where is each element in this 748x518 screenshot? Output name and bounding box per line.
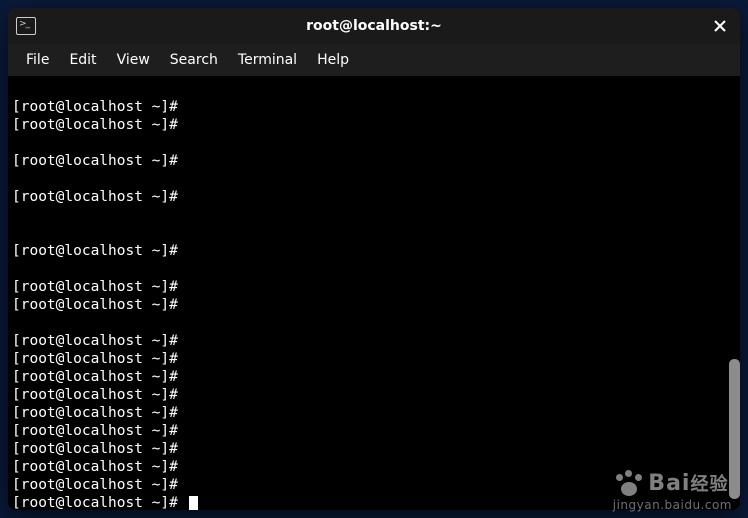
menubar: File Edit View Search Terminal Help bbox=[8, 44, 740, 76]
terminal-line: [root@localhost ~]# bbox=[12, 116, 736, 134]
scrollbar-thumb[interactable] bbox=[729, 359, 740, 499]
terminal-line: [root@localhost ~]# bbox=[12, 350, 736, 368]
terminal-line: [root@localhost ~]# bbox=[12, 440, 736, 458]
terminal-line bbox=[12, 134, 736, 152]
menu-file[interactable]: File bbox=[16, 48, 59, 72]
terminal-line: [root@localhost ~]# bbox=[12, 98, 736, 116]
terminal-line bbox=[12, 224, 736, 242]
menu-search[interactable]: Search bbox=[160, 48, 228, 72]
menu-terminal[interactable]: Terminal bbox=[228, 48, 307, 72]
terminal-line: [root@localhost ~]# bbox=[12, 152, 736, 170]
terminal-line: [root@localhost ~]# bbox=[12, 458, 736, 476]
terminal-body[interactable]: [root@localhost ~]# [root@localhost ~]# … bbox=[8, 76, 740, 510]
terminal-line: [root@localhost ~]# bbox=[12, 386, 736, 404]
terminal-line: [root@localhost ~]# bbox=[12, 296, 736, 314]
terminal-line: [root@localhost ~]# bbox=[12, 404, 736, 422]
terminal-line bbox=[12, 260, 736, 278]
close-button[interactable] bbox=[708, 14, 732, 38]
terminal-line bbox=[12, 206, 736, 224]
titlebar[interactable]: root@localhost:~ bbox=[8, 8, 740, 44]
terminal-line: [root@localhost ~]# bbox=[12, 278, 736, 296]
terminal-line: [root@localhost ~]# bbox=[12, 476, 736, 494]
terminal-line: [root@localhost ~]# bbox=[12, 494, 736, 510]
terminal-line bbox=[12, 80, 736, 98]
terminal-icon bbox=[16, 17, 36, 35]
terminal-window: root@localhost:~ File Edit View Search T… bbox=[8, 8, 740, 510]
menu-edit[interactable]: Edit bbox=[59, 48, 106, 72]
cursor bbox=[189, 496, 198, 510]
terminal-line: [root@localhost ~]# bbox=[12, 422, 736, 440]
terminal-line bbox=[12, 314, 736, 332]
terminal-line: [root@localhost ~]# bbox=[12, 242, 736, 260]
terminal-line: [root@localhost ~]# bbox=[12, 188, 736, 206]
terminal-line bbox=[12, 170, 736, 188]
terminal-line: [root@localhost ~]# bbox=[12, 332, 736, 350]
terminal-line: [root@localhost ~]# bbox=[12, 368, 736, 386]
window-title: root@localhost:~ bbox=[8, 18, 740, 34]
menu-help[interactable]: Help bbox=[307, 48, 359, 72]
menu-view[interactable]: View bbox=[107, 48, 160, 72]
close-icon bbox=[714, 20, 726, 32]
